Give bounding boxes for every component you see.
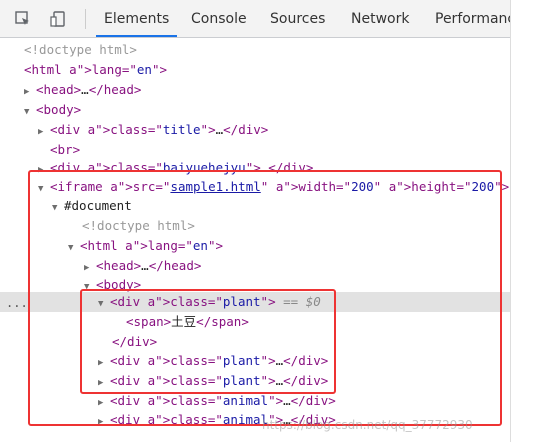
tree-row-div-title[interactable]: ▶ <div a">class="title">…</div> <box>0 120 510 140</box>
collapse-triangle-icon[interactable]: ▼ <box>24 102 36 122</box>
toolbar-separator <box>85 9 86 29</box>
inner-doctype-text: <!doctype html> <box>82 218 195 233</box>
tab-elements[interactable]: Elements <box>96 0 178 37</box>
collapse-triangle-icon[interactable]: ▼ <box>68 238 80 258</box>
iframe-tag-text: <iframe a">src="sample1.html" a">width="… <box>50 179 510 194</box>
tree-row-br[interactable]: <br> <box>0 140 510 160</box>
expand-triangle-icon[interactable]: ▶ <box>98 373 110 393</box>
tree-row-div-animal-1[interactable]: ▶ <div a">class="animal">…</div> <box>0 391 510 411</box>
tree-row-inner-head[interactable]: ▶ <head>…</head> <box>0 256 510 276</box>
inspect-element-icon[interactable] <box>14 10 32 28</box>
div-plant-selected-tag-text: <div a">class="plant"> == $0 <box>110 294 321 309</box>
tree-row-doctype[interactable]: <!doctype html> <box>0 40 510 60</box>
div-animal-1-tag-text: <div a">class="animal">…</div> <box>110 393 336 408</box>
device-toolbar-icon[interactable] <box>50 10 68 28</box>
div-title-tag-text: <div a">class="title">…</div> <box>50 122 269 137</box>
tab-performance[interactable]: Performanc <box>435 0 510 37</box>
panel-right-edge <box>510 0 511 442</box>
tree-row-iframe[interactable]: ▼ <iframe a">src="sample1.html" a">width=… <box>0 177 510 197</box>
expand-triangle-icon[interactable]: ▶ <box>24 82 36 102</box>
doctype-text: <!doctype html> <box>24 42 137 57</box>
tab-sources[interactable]: Sources <box>270 0 325 37</box>
tree-row-body[interactable]: ▼ <body> <box>0 100 510 120</box>
tree-row-div-baiyuehejyu[interactable]: ▶ <div a">class="baiyuehejyu">…</div> <box>0 158 510 178</box>
collapse-triangle-icon[interactable]: ▼ <box>52 198 64 218</box>
devtools-toolbar: Elements Console Sources Network Perform… <box>0 0 510 38</box>
toolbar-clip: Elements Console Sources Network Perform… <box>0 0 510 37</box>
tree-row-inner-html[interactable]: ▼ <html a">lang="en"> <box>0 236 510 256</box>
div-plant-3-tag-text: <div a">class="plant">…</div> <box>110 373 329 388</box>
tree-row-inner-doctype[interactable]: <!doctype html> <box>0 216 510 236</box>
watermark: https://blog.csdn.net/qq_37772930 <box>262 418 473 432</box>
expand-triangle-icon[interactable]: ▶ <box>98 353 110 373</box>
div-baiyuehejyu-tag-text: <div a">class="baiyuehejyu">…</div> <box>50 160 314 175</box>
body-tag-text: <body> <box>36 102 82 117</box>
tree-row-head[interactable]: ▶ <head>…</head> <box>0 80 510 100</box>
collapse-triangle-icon[interactable]: ▼ <box>98 294 110 314</box>
head-tag-text: <head>…</head> <box>36 82 142 97</box>
inner-head-tag-text: <head>…</head> <box>96 258 202 273</box>
tree-row-span[interactable]: <span>土豆</span> <box>0 312 510 332</box>
inner-body-tag-text: <body> <box>96 277 142 292</box>
elements-tree: <!doctype html> <html a">lang="en"> ▶ <he… <box>0 38 510 442</box>
br-tag-text: <br> <box>50 142 81 157</box>
tree-row-div-plant-3[interactable]: ▶ <div a">class="plant">…</div> <box>0 371 510 391</box>
tree-row-document[interactable]: ▼ #document <box>0 196 510 216</box>
tab-network[interactable]: Network <box>351 0 409 37</box>
div-plant-2-tag-text: <div a">class="plant">…</div> <box>110 353 329 368</box>
tree-row-html[interactable]: <html a">lang="en"> <box>0 60 510 80</box>
row-options-icon[interactable]: ... <box>6 296 28 310</box>
tab-console[interactable]: Console <box>191 0 247 37</box>
expand-triangle-icon[interactable]: ▶ <box>98 412 110 432</box>
div-close-tag-text: </div> <box>112 334 158 349</box>
html-tag-text: <html a">lang="en"> <box>24 62 168 77</box>
inner-html-tag-text: <html a">lang="en"> <box>80 238 224 253</box>
document-node-text: #document <box>64 198 132 213</box>
expand-triangle-icon[interactable]: ▶ <box>38 122 50 142</box>
span-tag-text: <span>土豆</span> <box>126 314 249 329</box>
tree-row-div-plant-2[interactable]: ▶ <div a">class="plant">…</div> <box>0 351 510 371</box>
tree-row-div-close[interactable]: </div> <box>0 332 510 352</box>
tree-row-div-plant-selected[interactable]: ▼ <div a">class="plant"> == $0 <box>0 292 510 312</box>
